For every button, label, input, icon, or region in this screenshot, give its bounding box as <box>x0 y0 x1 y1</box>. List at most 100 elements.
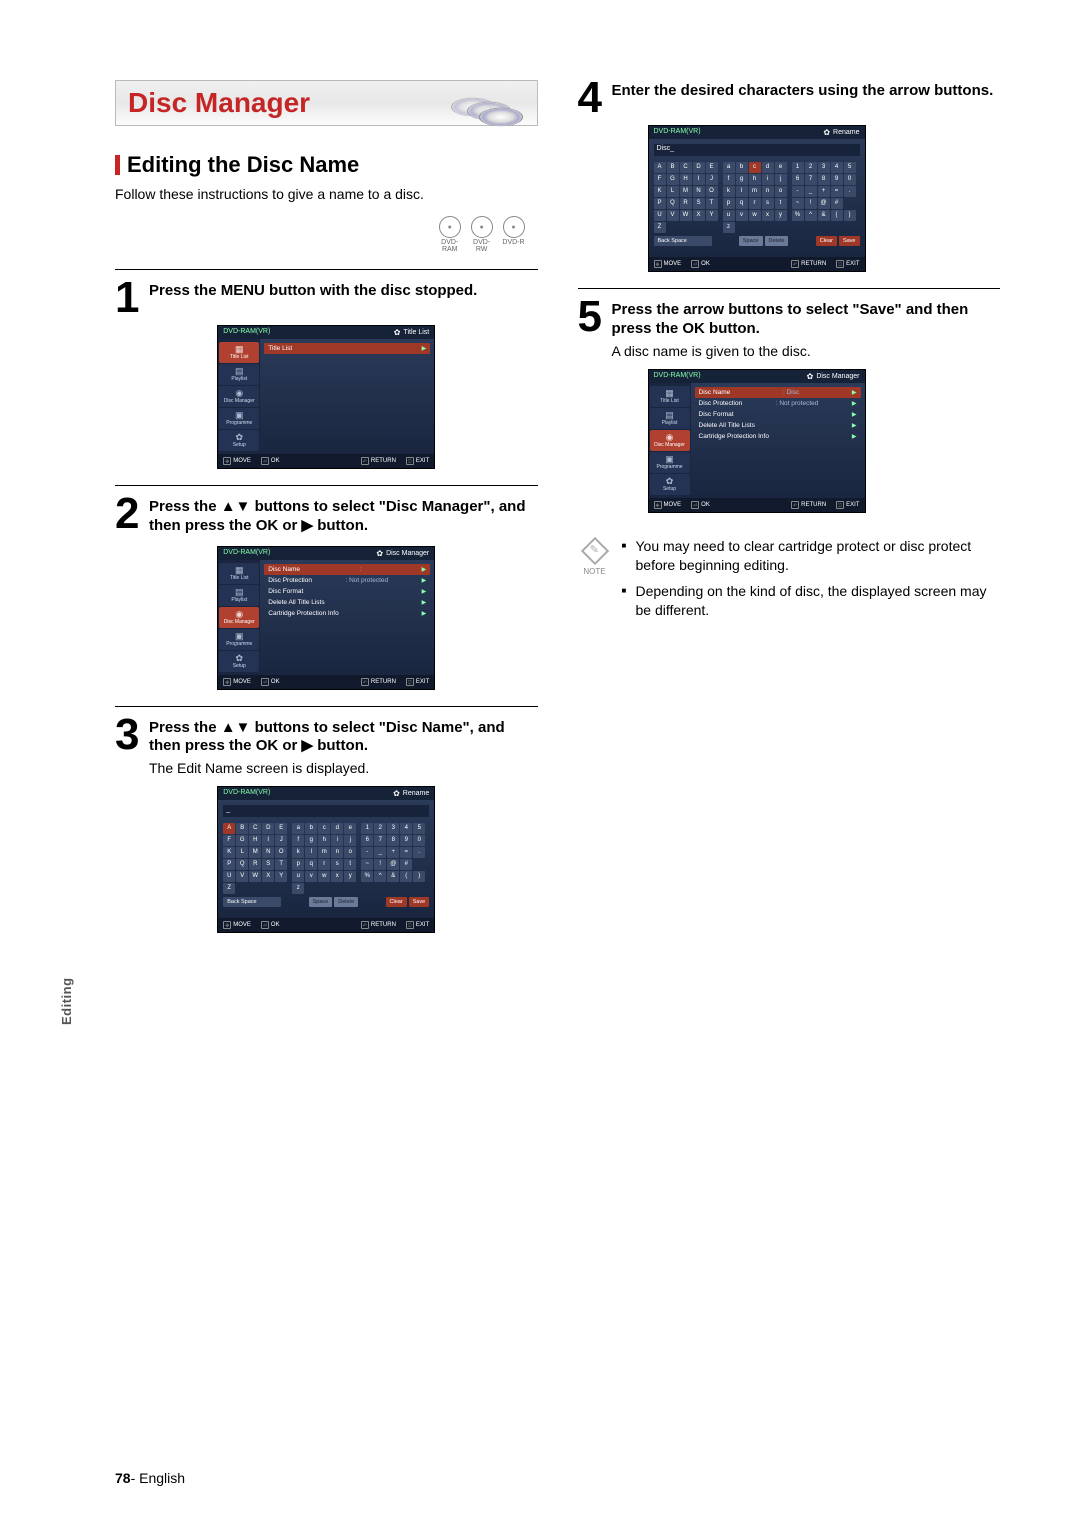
screenshot-step-2: DVD-RAM(VR) ✿Disc Manager ▦Title List ▤P… <box>217 546 435 690</box>
side-tab-editing: Editing <box>59 977 74 1025</box>
kb-key: 7 <box>374 835 386 846</box>
kb-key: t <box>775 198 787 209</box>
step-1: 1 Press the MENU button with the disc st… <box>115 280 538 315</box>
kb-key <box>775 222 787 233</box>
kb-key: z <box>292 883 304 894</box>
step-5: 5 Press the arrow buttons to select "Sav… <box>578 299 1001 359</box>
kb-key: N <box>262 847 274 858</box>
kb-key <box>736 222 748 233</box>
kb-key <box>387 883 399 894</box>
kb-key <box>680 222 692 233</box>
save-button: Save <box>409 897 430 907</box>
kb-key <box>762 222 774 233</box>
kb-key: D <box>262 823 274 834</box>
kb-key: q <box>736 198 748 209</box>
screenshot-step-3: DVD-RAM(VR) ✿Rename _ ABCDEFGHIJKLMNOPQR… <box>217 786 435 933</box>
screenshot-step-5: DVD-RAM(VR) ✿Disc Manager ▦Title List ▤P… <box>648 369 866 513</box>
step-note: A disc name is given to the disc. <box>612 343 1001 359</box>
kb-key: = <box>831 186 843 197</box>
kb-key: R <box>249 859 261 870</box>
kb-key: V <box>236 871 248 882</box>
kb-key: ~ <box>361 859 373 870</box>
kb-key: @ <box>818 198 830 209</box>
kb-key: ( <box>831 210 843 221</box>
disc-icon: ● <box>439 216 461 238</box>
kb-key: 3 <box>818 162 830 173</box>
space-button: Space <box>739 236 763 246</box>
kb-key: ^ <box>805 210 817 221</box>
kb-key: C <box>680 162 692 173</box>
kb-key: w <box>318 871 330 882</box>
disc-stack-graphic <box>451 85 531 121</box>
keyboard-lower: abcdefghijklmnopqrstuvwxyz <box>292 823 356 894</box>
kb-key: 8 <box>818 174 830 185</box>
kb-key: ( <box>400 871 412 882</box>
disc-icon: ● <box>503 216 525 238</box>
kb-key: w <box>749 210 761 221</box>
kb-key: u <box>723 210 735 221</box>
kb-key: S <box>262 859 274 870</box>
step-4: 4 Enter the desired characters using the… <box>578 80 1001 115</box>
kb-key: d <box>331 823 343 834</box>
step-text: Press the ▲▼ buttons to select "Disc Man… <box>149 496 538 536</box>
kb-key: = <box>400 847 412 858</box>
step-2: 2 Press the ▲▼ buttons to select "Disc M… <box>115 496 538 536</box>
kb-key: k <box>292 847 304 858</box>
kb-key: m <box>749 186 761 197</box>
kb-key <box>374 883 386 894</box>
kb-key: 6 <box>361 835 373 846</box>
kb-key: G <box>236 835 248 846</box>
kb-key: . <box>844 186 856 197</box>
kb-key: Y <box>275 871 287 882</box>
gear-icon: ✿ <box>823 128 830 137</box>
kb-key: e <box>775 162 787 173</box>
step-text: Press the arrow buttons to select "Save"… <box>612 299 1001 339</box>
kb-key: p <box>723 198 735 209</box>
kb-key: 3 <box>387 823 399 834</box>
backspace-button: Back Space <box>223 897 281 907</box>
step-text: Press the ▲▼ buttons to select "Disc Nam… <box>149 717 538 757</box>
rename-input: _ <box>223 805 429 817</box>
kb-key: k <box>723 186 735 197</box>
step-number: 5 <box>578 299 606 359</box>
screen-sidebar: ▦Title List ▤Playlist ◉Disc Manager ▣Pro… <box>218 339 260 454</box>
kb-key <box>413 859 425 870</box>
kb-key: J <box>275 835 287 846</box>
kb-key: 9 <box>831 174 843 185</box>
kb-key: G <box>667 174 679 185</box>
clear-button: Clear <box>386 897 407 907</box>
kb-key <box>236 883 248 894</box>
kb-key: a <box>723 162 735 173</box>
delete-button: Delete <box>765 236 789 246</box>
kb-key: . <box>413 847 425 858</box>
keyboard-symbols: 1234567890-_+=.~!@#%^&() <box>361 823 425 894</box>
step-number: 1 <box>115 280 143 315</box>
page-number: 78- English <box>115 1470 185 1486</box>
kb-key: C <box>249 823 261 834</box>
kb-key: U <box>223 871 235 882</box>
kb-key: L <box>236 847 248 858</box>
kb-key: x <box>331 871 343 882</box>
kb-key: y <box>775 210 787 221</box>
kb-key: R <box>680 198 692 209</box>
kb-key: Q <box>236 859 248 870</box>
kb-key: & <box>818 210 830 221</box>
kb-key: @ <box>387 859 399 870</box>
note-item: Depending on the kind of disc, the displ… <box>622 582 1001 620</box>
keyboard-upper: ABCDEFGHIJKLMNOPQRSTUVWXYZ <box>654 162 718 233</box>
kb-key: x <box>762 210 774 221</box>
kb-key: ^ <box>374 871 386 882</box>
kb-key: 6 <box>792 174 804 185</box>
kb-key: Z <box>654 222 666 233</box>
kb-key: h <box>318 835 330 846</box>
kb-key: E <box>275 823 287 834</box>
kb-key: J <box>706 174 718 185</box>
kb-key <box>831 222 843 233</box>
kb-key: _ <box>805 186 817 197</box>
step-text: Enter the desired characters using the a… <box>612 80 994 115</box>
kb-key: n <box>762 186 774 197</box>
kb-key: 4 <box>831 162 843 173</box>
kb-key: ! <box>805 198 817 209</box>
kb-key: M <box>249 847 261 858</box>
kb-key: O <box>706 186 718 197</box>
